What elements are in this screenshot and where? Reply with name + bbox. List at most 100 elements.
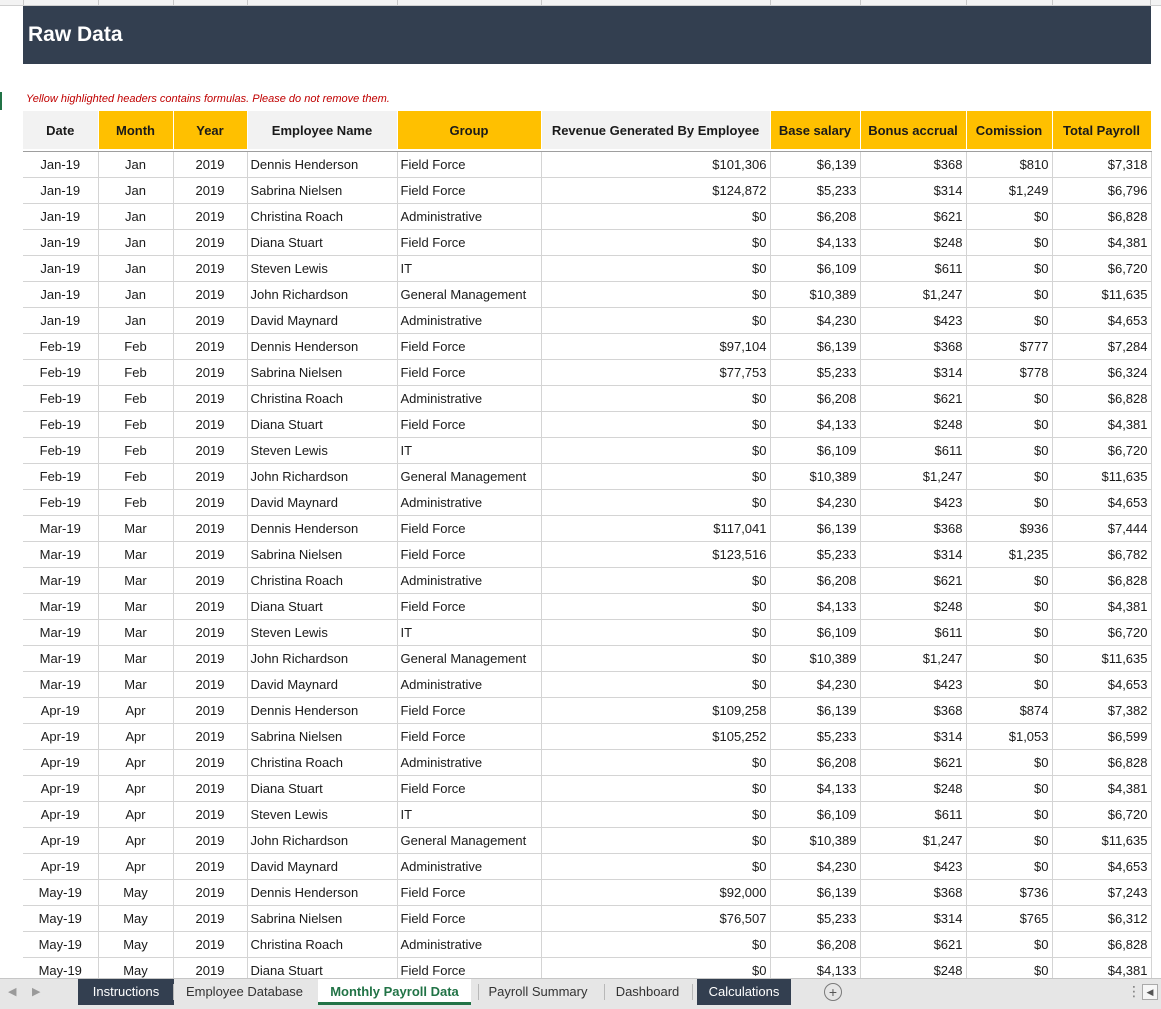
table-cell[interactable]: May-19	[23, 931, 99, 958]
table-cell[interactable]: Christina Roach	[247, 567, 398, 594]
table-cell[interactable]: IT	[397, 255, 542, 282]
table-cell[interactable]: $6,139	[770, 879, 861, 906]
table-cell[interactable]: Administrative	[397, 307, 542, 334]
table-cell[interactable]: $778	[966, 359, 1053, 386]
table-cell[interactable]: Field Force	[397, 151, 542, 178]
table-cell[interactable]: Sabrina Nielsen	[247, 177, 398, 204]
table-cell[interactable]: $0	[966, 593, 1053, 620]
table-cell[interactable]: $423	[860, 853, 967, 880]
table-cell[interactable]: Diana Stuart	[247, 775, 398, 802]
table-cell[interactable]: Jan-19	[23, 151, 99, 178]
table-cell[interactable]: Mar-19	[23, 671, 99, 698]
table-cell[interactable]: 2019	[173, 905, 248, 932]
table-cell[interactable]: Field Force	[397, 723, 542, 750]
table-cell[interactable]: $6,139	[770, 697, 861, 724]
table-cell[interactable]: $0	[541, 307, 771, 334]
table-cell[interactable]: $7,444	[1052, 515, 1152, 542]
table-cell[interactable]: $0	[541, 775, 771, 802]
table-cell[interactable]: $1,249	[966, 177, 1053, 204]
table-cell[interactable]: $1,053	[966, 723, 1053, 750]
table-cell[interactable]: $7,318	[1052, 151, 1152, 178]
table-cell[interactable]: $4,230	[770, 853, 861, 880]
table-cell[interactable]: Feb-19	[23, 489, 99, 516]
table-cell[interactable]: $6,139	[770, 515, 861, 542]
table-cell[interactable]: 2019	[173, 281, 248, 308]
column-header[interactable]: Bonus accrual	[860, 111, 967, 149]
table-cell[interactable]: $101,306	[541, 151, 771, 178]
table-cell[interactable]: $1,247	[860, 281, 967, 308]
table-cell[interactable]: $0	[541, 671, 771, 698]
table-cell[interactable]: Sabrina Nielsen	[247, 723, 398, 750]
table-cell[interactable]: $621	[860, 385, 967, 412]
table-cell[interactable]: Mar	[98, 541, 174, 568]
table-cell[interactable]: Sabrina Nielsen	[247, 905, 398, 932]
table-cell[interactable]: 2019	[173, 853, 248, 880]
table-cell[interactable]: $0	[966, 463, 1053, 490]
table-cell[interactable]: Feb	[98, 385, 174, 412]
table-cell[interactable]: $368	[860, 879, 967, 906]
table-cell[interactable]: Field Force	[397, 411, 542, 438]
table-cell[interactable]: $765	[966, 905, 1053, 932]
table-cell[interactable]: $5,233	[770, 359, 861, 386]
table-cell[interactable]: $0	[966, 229, 1053, 256]
table-cell[interactable]: 2019	[173, 333, 248, 360]
table-cell[interactable]: $0	[966, 567, 1053, 594]
table-cell[interactable]: $124,872	[541, 177, 771, 204]
table-cell[interactable]: Administrative	[397, 385, 542, 412]
table-cell[interactable]: $4,381	[1052, 229, 1152, 256]
table-cell[interactable]: Mar	[98, 619, 174, 646]
table-cell[interactable]: Apr-19	[23, 853, 99, 880]
table-cell[interactable]: Feb	[98, 359, 174, 386]
table-cell[interactable]: John Richardson	[247, 463, 398, 490]
table-cell[interactable]: $97,104	[541, 333, 771, 360]
table-cell[interactable]: Administrative	[397, 931, 542, 958]
table-cell[interactable]: Apr-19	[23, 723, 99, 750]
table-cell[interactable]: $5,233	[770, 723, 861, 750]
table-cell[interactable]: David Maynard	[247, 307, 398, 334]
table-cell[interactable]: $0	[966, 255, 1053, 282]
table-cell[interactable]: Dennis Henderson	[247, 879, 398, 906]
table-cell[interactable]: Dennis Henderson	[247, 333, 398, 360]
column-header[interactable]: Employee Name	[247, 111, 398, 149]
table-cell[interactable]: Apr-19	[23, 697, 99, 724]
table-cell[interactable]: $810	[966, 151, 1053, 178]
table-cell[interactable]: $6,720	[1052, 801, 1152, 828]
table-cell[interactable]: $11,635	[1052, 827, 1152, 854]
more-options-icon[interactable]: ⋮	[1127, 983, 1141, 1000]
table-cell[interactable]: $0	[541, 931, 771, 958]
table-cell[interactable]: $0	[541, 411, 771, 438]
table-cell[interactable]: $0	[541, 281, 771, 308]
table-cell[interactable]: Christina Roach	[247, 385, 398, 412]
table-cell[interactable]: $6,109	[770, 255, 861, 282]
table-cell[interactable]: 2019	[173, 385, 248, 412]
table-cell[interactable]: Field Force	[397, 697, 542, 724]
table-cell[interactable]: $4,653	[1052, 307, 1152, 334]
column-header[interactable]: Revenue Generated By Employee	[541, 111, 771, 149]
table-cell[interactable]: $0	[541, 463, 771, 490]
table-cell[interactable]: $11,635	[1052, 463, 1152, 490]
table-cell[interactable]: Jan	[98, 151, 174, 178]
table-cell[interactable]: Mar	[98, 567, 174, 594]
table-cell[interactable]: Administrative	[397, 567, 542, 594]
table-cell[interactable]: $4,230	[770, 307, 861, 334]
table-cell[interactable]: General Management	[397, 463, 542, 490]
table-cell[interactable]: $611	[860, 801, 967, 828]
table-cell[interactable]: David Maynard	[247, 489, 398, 516]
table-cell[interactable]: $936	[966, 515, 1053, 542]
column-header[interactable]: Base salary	[770, 111, 861, 149]
table-cell[interactable]: 2019	[173, 229, 248, 256]
scroll-left-icon[interactable]: ◀	[1142, 984, 1158, 1000]
table-cell[interactable]: $7,284	[1052, 333, 1152, 360]
table-cell[interactable]: Diana Stuart	[247, 411, 398, 438]
column-header[interactable]: Comission	[966, 111, 1053, 149]
table-cell[interactable]: $368	[860, 515, 967, 542]
table-cell[interactable]: $874	[966, 697, 1053, 724]
table-cell[interactable]: $6,720	[1052, 619, 1152, 646]
table-cell[interactable]: Christina Roach	[247, 931, 398, 958]
table-cell[interactable]: Jan-19	[23, 203, 99, 230]
table-cell[interactable]: 2019	[173, 879, 248, 906]
table-cell[interactable]: $0	[541, 749, 771, 776]
table-cell[interactable]: $6,208	[770, 749, 861, 776]
column-header[interactable]: Group	[397, 111, 542, 149]
table-cell[interactable]: Apr	[98, 749, 174, 776]
